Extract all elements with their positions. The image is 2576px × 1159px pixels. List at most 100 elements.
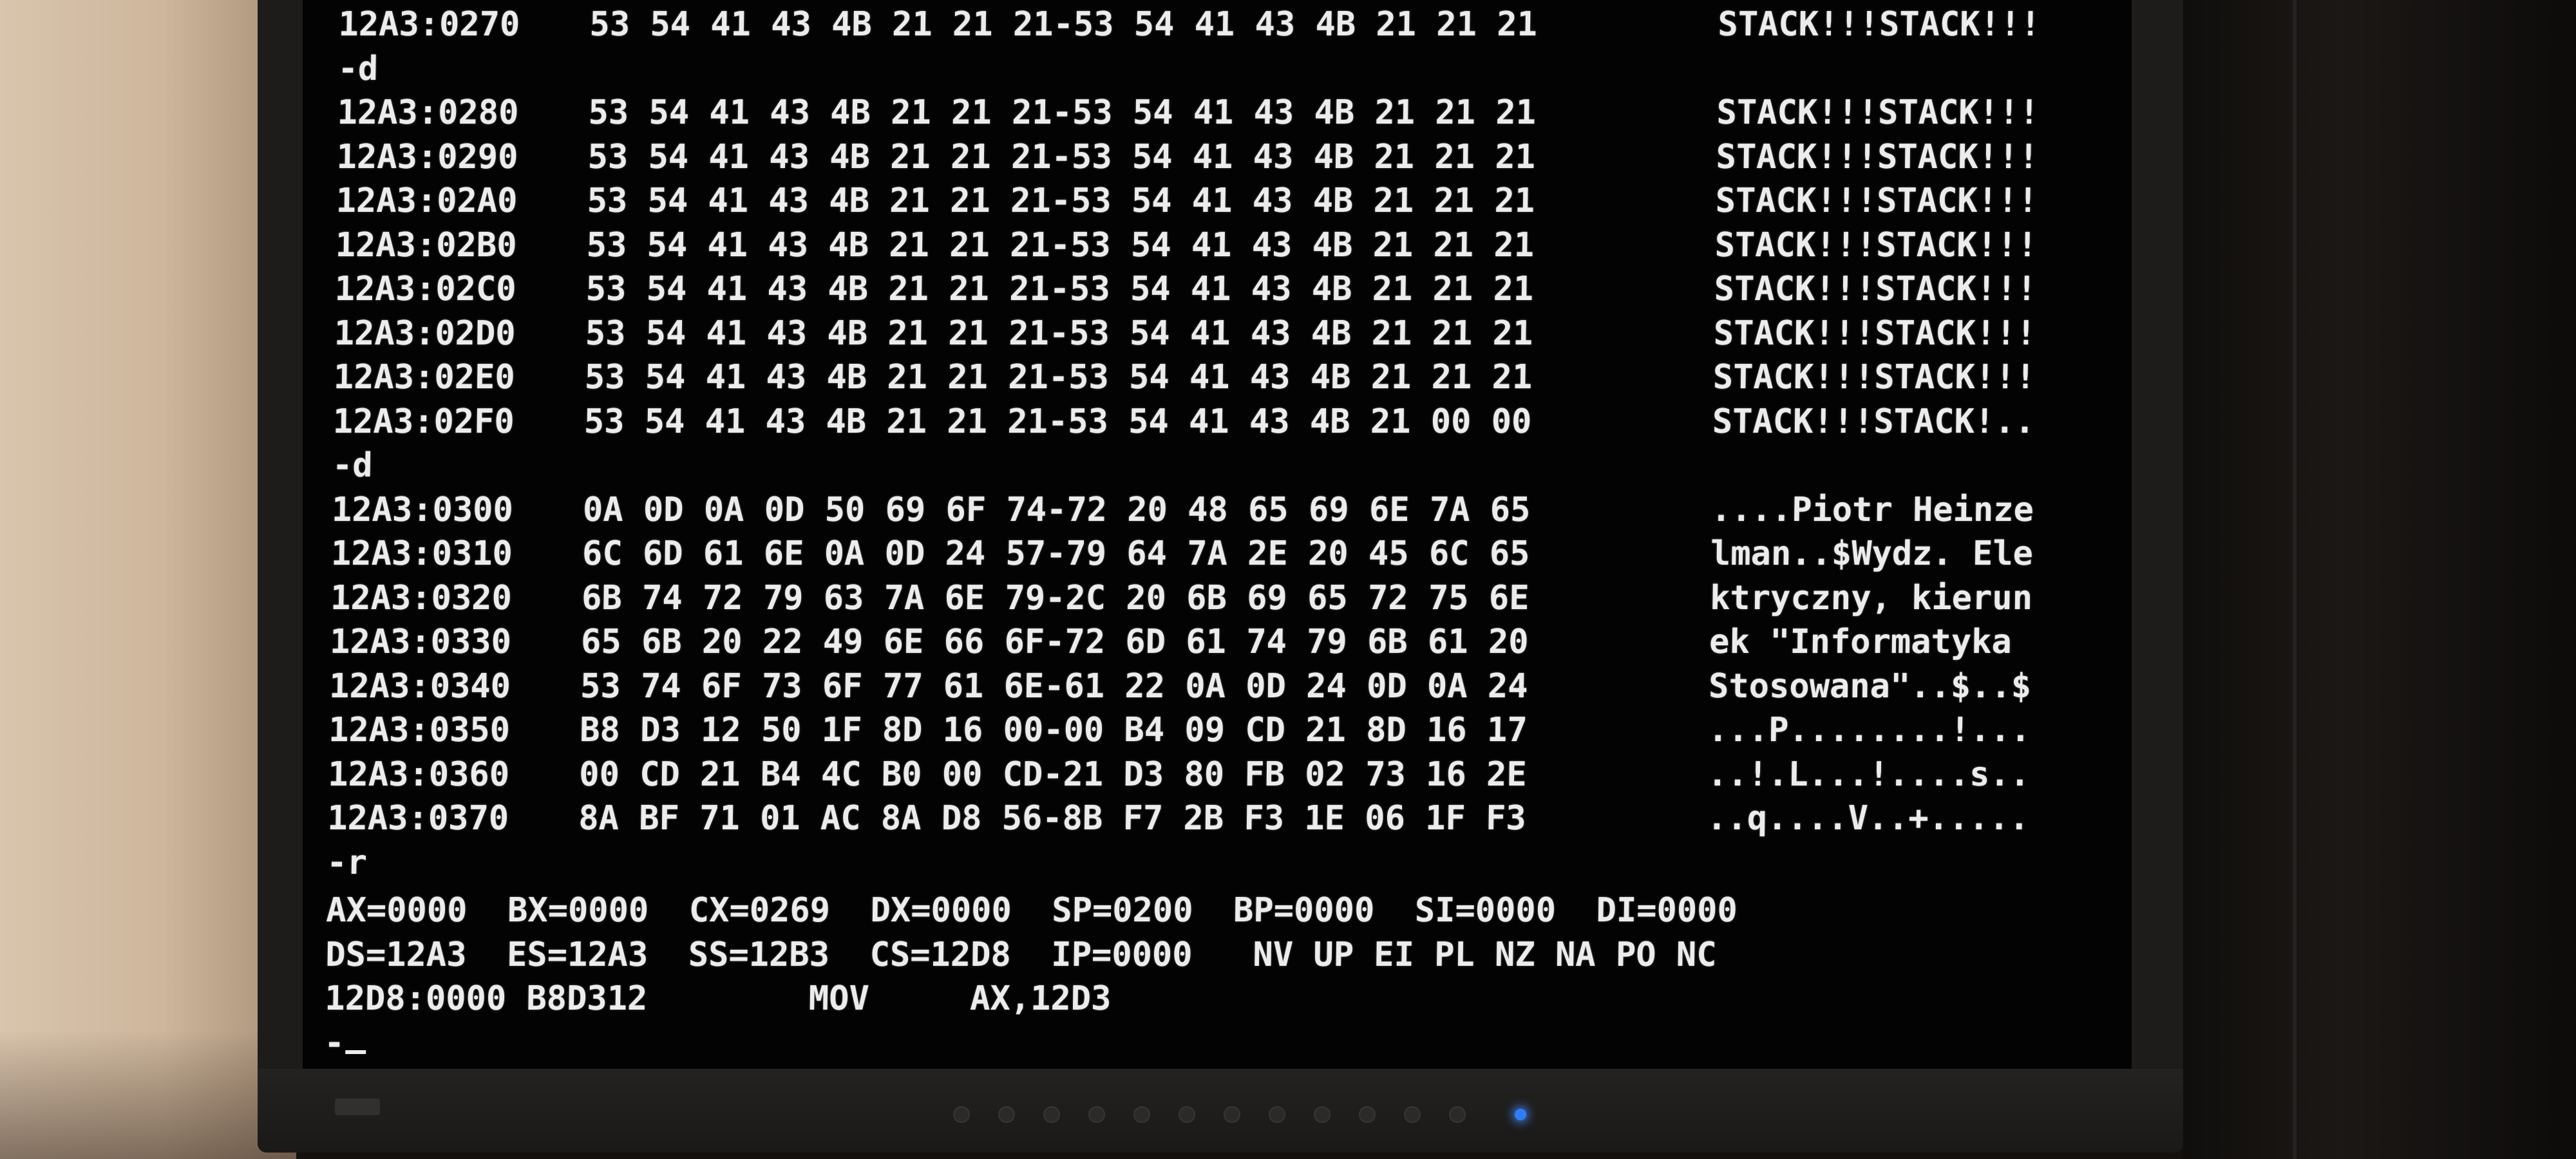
dump-address: 12A3:02E0	[333, 358, 516, 397]
wall-shadow	[0, 1030, 296, 1159]
wall-background	[0, 0, 296, 1159]
power-led-icon	[1515, 1109, 1526, 1120]
dump-address: 12A3:02D0	[334, 314, 516, 353]
monitor-logo	[335, 1098, 380, 1115]
dump-ascii: ktryczny, kierun	[1709, 578, 2033, 617]
register-command: -r	[326, 843, 368, 882]
dump-row: 12A3:02E0 53 54 41 43 4B 21 21 21-53 54 4…	[333, 355, 2124, 400]
debug-terminal-screen[interactable]: 12A3:0270 53 54 41 43 4B 21 21 21-53 54 …	[303, 0, 2132, 1069]
current-instruction: 12D8:0000 B8D312 MOV AX,12D3	[324, 979, 1112, 1018]
dump-hex-bytes: 53 74 6F 73 6F 77 61 6E-61 22 0A 0D 24 0…	[580, 666, 1529, 706]
dump-command-line: -d	[332, 444, 2123, 488]
dump-hex-bytes: 0A 0D 0A 0D 50 69 6F 74-72 20 48 65 69 6…	[582, 490, 1531, 529]
register-line: DS=12A3 ES=12A3 SS=12B3 CS=12D8 IP=0000 …	[325, 933, 2116, 977]
dump-ascii: STACK!!!STACK!!!	[1712, 358, 2036, 397]
monitor-control-button[interactable]	[998, 1106, 1015, 1123]
device-seam	[2293, 0, 2297, 1159]
monitor-control-button[interactable]	[1224, 1106, 1240, 1123]
dump-command: -d	[332, 446, 374, 485]
monitor-control-button[interactable]	[1269, 1106, 1285, 1123]
dump-hex-bytes: 53 54 41 43 4B 21 21 21-53 54 41 43 4B 2…	[587, 182, 1535, 220]
dump-address: 12A3:0290	[336, 137, 518, 176]
adjacent-device	[2183, 0, 2576, 1159]
dump-row: 12A3:0300 0A 0D 0A 0D 50 69 6F 74-72 20 4…	[332, 488, 2123, 532]
dump-ascii: ...P........!...	[1707, 711, 2031, 749]
prompt-symbol: -	[324, 1023, 345, 1062]
command-prompt-line[interactable]: -	[324, 1021, 2115, 1066]
register-line: AX=0000 BX=0000 CX=0269 DX=0000 SP=0200 …	[326, 889, 2117, 933]
monitor-control-button[interactable]	[1179, 1106, 1195, 1123]
dump-address: 12A3:02A0	[336, 182, 518, 220]
dump-address: 12A3:0310	[330, 534, 513, 573]
dump-address: 12A3:0330	[329, 623, 512, 661]
segment-registers-and-flags: DS=12A3 ES=12A3 SS=12B3 CS=12D8 IP=0000 …	[325, 935, 1717, 974]
dump-row: 12A3:0320 6B 74 72 79 63 7A 6E 79-2C 20 6…	[330, 576, 2121, 621]
dump-hex-bytes: 6C 6D 61 6E 0A 0D 24 57-79 64 7A 2E 20 4…	[582, 534, 1530, 573]
dump-ascii: STACK!!!STACK!!!	[1716, 137, 2039, 176]
dump-address: 12A3:0270	[338, 5, 520, 44]
dump-command-line: -d	[337, 47, 2128, 91]
monitor-control-button[interactable]	[1088, 1106, 1105, 1123]
disassembly-line: 12D8:0000 B8D312 MOV AX,12D3	[325, 977, 2116, 1021]
dump-hex-bytes: 53 54 41 43 4B 21 21 21-53 54 41 43 4B 2…	[585, 270, 1534, 308]
dump-hex-bytes: 53 54 41 43 4B 21 21 21-53 54 41 43 4B 2…	[584, 358, 1533, 397]
dump-ascii: STACK!!!STACK!!!	[1718, 5, 2041, 44]
dump-address: 12A3:0350	[328, 711, 511, 749]
dump-command: -d	[337, 49, 379, 88]
monitor-control-button[interactable]	[1133, 1106, 1150, 1123]
dump-row: 12A3:02D0 53 54 41 43 4B 21 21 21-53 54 4…	[334, 312, 2125, 356]
monitor-control-button[interactable]	[1449, 1106, 1466, 1123]
dump-ascii: ..!.L...!....s..	[1707, 755, 2031, 794]
dump-hex-bytes: 53 54 41 43 4B 21 21 21-53 54 41 43 4B 2…	[588, 93, 1537, 132]
dump-address: 12A3:02F0	[332, 402, 515, 441]
monitor-control-button[interactable]	[953, 1106, 970, 1123]
general-registers: AX=0000 BX=0000 CX=0269 DX=0000 SP=0200 …	[325, 891, 1738, 930]
text-cursor	[345, 1050, 366, 1054]
dump-hex-bytes: B8 D3 12 50 1F 8D 16 00-00 B4 09 CD 21 8…	[579, 711, 1528, 749]
dump-ascii: STACK!!!STACK!!!	[1716, 93, 2040, 132]
dump-row: 12A3:0310 6C 6D 61 6E 0A 0D 24 57-79 64 7…	[331, 532, 2122, 576]
dump-address: 12A3:0370	[327, 799, 509, 838]
dump-row: 12A3:0350 B8 D3 12 50 1F 8D 16 00-00 B4 0…	[328, 708, 2119, 753]
dump-row: 12A3:0370 8A BF 71 01 AC 8A D8 56-8B F7 2…	[327, 796, 2118, 841]
dump-hex-bytes: 6B 74 72 79 63 7A 6E 79-2C 20 6B 69 65 7…	[581, 578, 1530, 617]
dump-address: 12A3:0300	[331, 490, 514, 529]
dump-ascii: STACK!!!STACK!!!	[1714, 270, 2038, 308]
dump-row: 12A3:0290 53 54 41 43 4B 21 21 21-53 54 4…	[336, 135, 2127, 180]
dump-address: 12A3:02B0	[335, 225, 517, 265]
dump-row: 12A3:0280 53 54 41 43 4B 21 21 21-53 54 4…	[337, 91, 2128, 135]
dump-row: 12A3:02A0 53 54 41 43 4B 21 21 21-53 54 4…	[336, 179, 2126, 223]
dump-row: 12A3:02F0 53 54 41 43 4B 21 21 21-53 54 4…	[332, 400, 2123, 444]
dump-ascii: lman..$Wydz. Ele	[1710, 534, 2034, 573]
dump-hex-bytes: 65 6B 20 22 49 6E 66 6F-72 6D 61 74 79 6…	[580, 623, 1529, 661]
monitor-bottom-bezel	[258, 1069, 2183, 1153]
dump-row: 12A3:02B0 53 54 41 43 4B 21 21 21-53 54 4…	[335, 223, 2126, 268]
dump-ascii: STACK!!!STACK!!!	[1714, 225, 2038, 265]
dump-address: 12A3:02C0	[334, 270, 516, 308]
dump-ascii: ..q....V..+.....	[1706, 799, 2030, 838]
dump-row: 12A3:0360 00 CD 21 B4 4C B0 00 CD-21 D3 8…	[328, 753, 2119, 797]
dump-hex-bytes: 53 54 41 43 4B 21 21 21-53 54 41 43 4B 2…	[589, 5, 1538, 44]
dump-hex-bytes: 53 54 41 43 4B 21 21 21-53 54 41 43 4B 2…	[586, 225, 1535, 265]
register-command-line: -r	[327, 841, 2117, 885]
dump-hex-bytes: 00 CD 21 B4 4C B0 00 CD-21 D3 80 FB 02 7…	[578, 755, 1528, 794]
dump-address: 12A3:0280	[337, 93, 519, 132]
dump-address: 12A3:0360	[327, 755, 510, 794]
dump-address: 12A3:0320	[330, 578, 513, 617]
monitor-control-button[interactable]	[1359, 1106, 1376, 1123]
dump-ascii: STACK!!!STACK!!!	[1713, 314, 2037, 353]
command-prompt[interactable]: -	[324, 1021, 366, 1066]
terminal-output: 12A3:0270 53 54 41 43 4B 21 21 21-53 54 …	[324, 3, 2129, 1065]
monitor-control-button[interactable]	[1314, 1106, 1331, 1123]
dump-row: 12A3:02C0 53 54 41 43 4B 21 21 21-53 54 4…	[334, 267, 2125, 312]
monitor-control-button[interactable]	[1404, 1106, 1421, 1123]
dump-ascii: STACK!!!STACK!..	[1712, 402, 2036, 441]
dump-row: 12A3:0340 53 74 6F 73 6F 77 61 6E-61 22 0…	[329, 664, 2120, 709]
dump-hex-bytes: 53 54 41 43 4B 21 21 21-53 54 41 43 4B 2…	[583, 402, 1532, 441]
dump-address: 12A3:0340	[328, 666, 511, 706]
dump-hex-bytes: 53 54 41 43 4B 21 21 21-53 54 41 43 4B 2…	[585, 314, 1533, 353]
dump-hex-bytes: 53 54 41 43 4B 21 21 21-53 54 41 43 4B 2…	[587, 137, 1536, 176]
dump-row: 12A3:0330 65 6B 20 22 49 6E 66 6F-72 6D 6…	[330, 620, 2121, 664]
dump-ascii: Stosowana"..$..$	[1708, 666, 2032, 706]
monitor-control-button[interactable]	[1043, 1106, 1060, 1123]
